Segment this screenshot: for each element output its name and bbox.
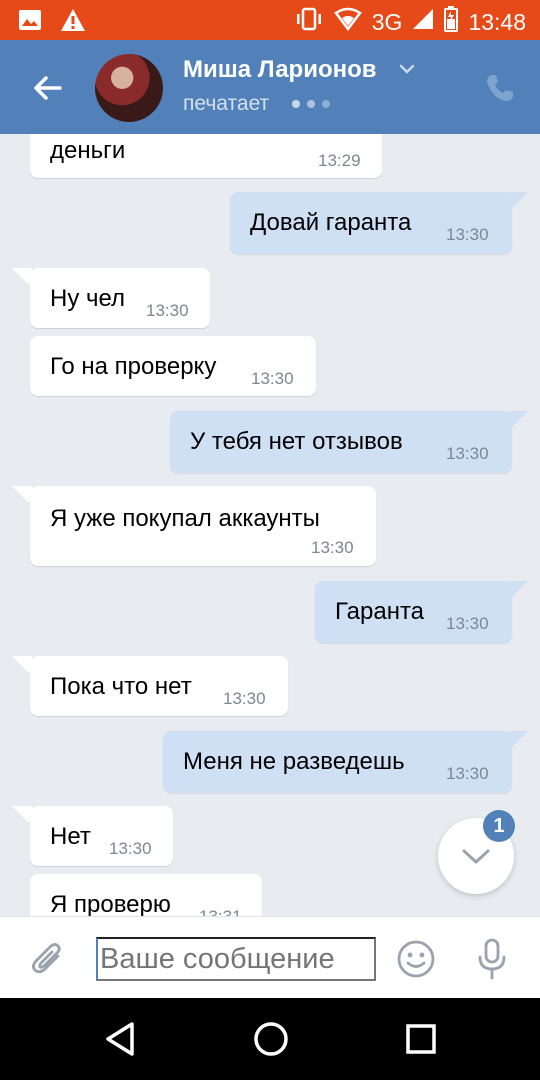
warning-icon bbox=[60, 8, 86, 37]
contact-name[interactable]: Миша Ларионов bbox=[183, 56, 377, 84]
back-arrow-icon[interactable] bbox=[30, 70, 66, 106]
message-time: 13:29 bbox=[318, 151, 361, 170]
wifi-icon bbox=[333, 7, 362, 37]
message-text: деньги bbox=[50, 137, 126, 164]
microphone-icon[interactable] bbox=[472, 937, 512, 981]
message-bubble-incoming[interactable]: Пока что нет 13:30 bbox=[30, 656, 288, 716]
image-icon bbox=[18, 9, 42, 36]
message-text: Го на проверку bbox=[50, 353, 217, 380]
message-text: Пока что нет bbox=[50, 673, 192, 700]
message-list[interactable]: деньги 13:29 Довай гаранта 13:30 Ну чел … bbox=[0, 134, 540, 916]
status-bar: 3G 13:48 bbox=[0, 0, 540, 40]
message-time: 13:30 bbox=[446, 444, 489, 463]
chat-header: Миша Ларионов печатает bbox=[0, 40, 540, 134]
nav-recents-icon[interactable] bbox=[404, 1022, 438, 1056]
message-text: Нет bbox=[50, 823, 91, 850]
system-navigation-bar bbox=[0, 998, 540, 1080]
message-time: 13:30 bbox=[223, 689, 266, 708]
message-bubble-incoming[interactable]: Го на проверку 13:30 bbox=[30, 336, 316, 396]
message-bubble-incoming[interactable]: деньги 13:29 bbox=[30, 134, 382, 178]
phone-icon[interactable] bbox=[484, 72, 516, 104]
message-text: Я проверю bbox=[50, 891, 171, 916]
message-text: Меня не разведешь bbox=[183, 748, 405, 775]
message-input[interactable] bbox=[96, 937, 376, 981]
unread-badge: 1 bbox=[483, 810, 515, 842]
message-bubble-outgoing[interactable]: Меня не разведешь 13:30 bbox=[163, 731, 512, 793]
message-time: 13:30 bbox=[446, 614, 489, 633]
message-text: Гаранта bbox=[335, 598, 425, 625]
typing-indicator bbox=[292, 100, 330, 108]
message-composer bbox=[0, 916, 540, 998]
message-bubble-outgoing[interactable]: Довай гаранта 13:30 bbox=[230, 192, 512, 254]
avatar[interactable] bbox=[95, 54, 163, 122]
message-bubble-incoming[interactable]: Ну чел 13:30 bbox=[30, 268, 210, 328]
message-text: У тебя нет отзывов bbox=[190, 428, 403, 455]
battery-icon bbox=[444, 6, 459, 38]
message-time: 13:30 bbox=[251, 369, 294, 388]
message-time: 13:30 bbox=[311, 538, 354, 557]
network-type: 3G bbox=[371, 8, 403, 35]
nav-back-icon[interactable] bbox=[102, 1020, 138, 1058]
message-text: Я уже покупал аккаунты bbox=[50, 505, 320, 532]
typing-status: печатает bbox=[183, 92, 270, 115]
smiley-icon[interactable] bbox=[396, 939, 436, 979]
nav-home-icon[interactable] bbox=[252, 1020, 290, 1058]
message-time: 13:30 bbox=[109, 839, 152, 858]
message-text: Довай гаранта bbox=[250, 209, 412, 236]
message-bubble-incoming[interactable]: Я проверю 13:31 bbox=[30, 874, 262, 916]
message-bubble-incoming[interactable]: Нет 13:30 bbox=[30, 806, 173, 866]
message-bubble-incoming[interactable]: Я уже покупал аккаунты 13:30 bbox=[30, 486, 376, 566]
message-time: 13:30 bbox=[446, 764, 489, 783]
chevron-down-icon[interactable] bbox=[398, 60, 416, 78]
message-time: 13:30 bbox=[446, 225, 489, 244]
vibrate-icon bbox=[294, 7, 324, 37]
paperclip-icon[interactable] bbox=[28, 939, 68, 979]
clock: 13:48 bbox=[468, 8, 526, 35]
signal-icon bbox=[412, 8, 434, 36]
message-time: 13:30 bbox=[146, 301, 189, 320]
message-time: 13:31 bbox=[199, 907, 242, 916]
message-text: Ну чел bbox=[50, 285, 126, 312]
message-bubble-outgoing[interactable]: Гаранта 13:30 bbox=[315, 581, 512, 643]
message-bubble-outgoing[interactable]: У тебя нет отзывов 13:30 bbox=[170, 411, 512, 473]
